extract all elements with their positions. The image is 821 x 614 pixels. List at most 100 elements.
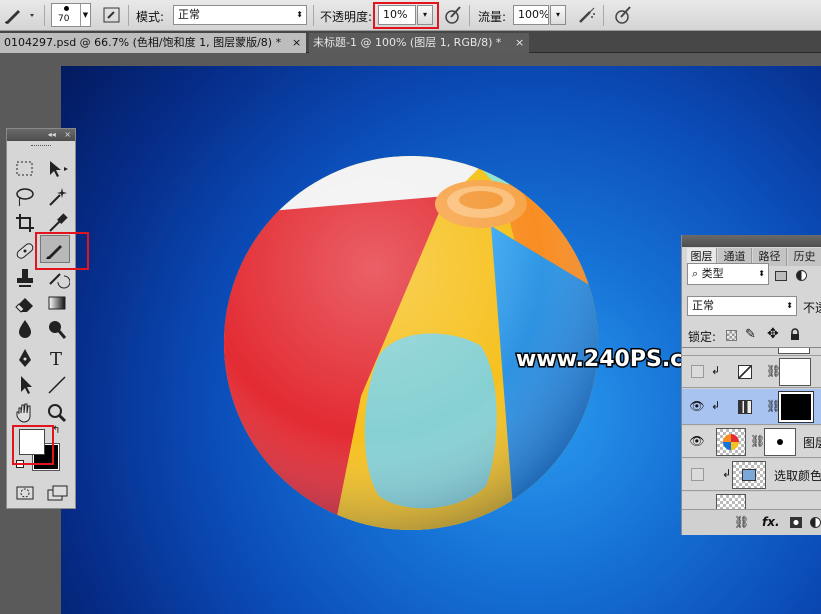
separator	[313, 5, 314, 26]
grip-icon[interactable]	[31, 145, 51, 148]
tab-document-1[interactable]: 0104297.psd @ 66.7% (色相/饱和度 1, 图层蒙版/8) *…	[0, 33, 306, 53]
image-filter-icon[interactable]	[775, 271, 787, 281]
mode-label: 模式:	[136, 10, 165, 24]
clone-stamp-icon[interactable]	[12, 266, 38, 290]
layer-mask-thumbnail[interactable]	[779, 358, 811, 386]
layer-mask-thumbnail[interactable]	[764, 428, 796, 456]
hand-tool-icon[interactable]	[12, 401, 38, 425]
screen-mode-icon[interactable]	[44, 481, 70, 505]
layer-name: 选取颜色	[774, 469, 821, 483]
gradient-tool-icon[interactable]	[44, 291, 70, 315]
layers-panel: 图层 通道 路径 历史 ⌕ 类型 ⬍ 正常 ⬍ 不透 锁定: ✎ ✥ ↲ ⛓	[681, 235, 821, 535]
clip-arrow-icon: ↲	[722, 467, 732, 480]
adjustment-layer-icon[interactable]	[810, 517, 821, 528]
flow-dropdown-button[interactable]: ▾	[550, 5, 566, 25]
updown-icon: ⬍	[786, 301, 793, 310]
layer-style-icon[interactable]: fx.	[762, 515, 780, 529]
blend-mode-value: 正常	[692, 299, 714, 312]
foreground-color-highlight	[12, 425, 54, 465]
clip-arrow-icon: ↲	[711, 399, 721, 412]
layer-mask-thumbnail[interactable]	[778, 391, 814, 423]
clip-arrow-icon: ↲	[711, 364, 721, 377]
zoom-tool-icon[interactable]	[44, 401, 70, 425]
brush-tool-highlight	[35, 232, 89, 270]
layer-thumbnail[interactable]	[716, 428, 746, 456]
layer-filter-select[interactable]: ⌕ 类型 ⬍	[687, 263, 769, 285]
opacity-highlight	[373, 2, 439, 29]
layer-row[interactable]: ↲ ⛓	[682, 356, 821, 388]
layer-thumbnail	[778, 348, 810, 354]
close-icon[interactable]: ×	[64, 130, 71, 139]
tab-label: 未标题-1 @ 100% (图层 1, RGB/8) *	[313, 36, 502, 49]
chain-link-icon[interactable]: ⛓	[750, 434, 765, 448]
separator	[469, 5, 470, 26]
layers-panel-footer: ⛓ fx.	[682, 509, 821, 535]
close-icon[interactable]: ×	[292, 33, 301, 52]
mode-select[interactable]: 正常 ⬍	[173, 5, 307, 25]
add-mask-icon[interactable]	[790, 517, 802, 528]
updown-icon: ⬍	[296, 10, 303, 19]
document-tab-bar: 0104297.psd @ 66.7% (色相/饱和度 1, 图层蒙版/8) *…	[0, 31, 821, 53]
quick-mask-icon[interactable]	[12, 481, 38, 505]
layer-row-selected[interactable]: 👁 ↲ ⛓	[682, 389, 821, 425]
lock-label: 锁定:	[688, 330, 717, 344]
tools-panel-header[interactable]: ◂◂ ×	[7, 129, 75, 141]
curves-adjustment-icon	[738, 365, 752, 379]
layer-row[interactable]: ↲ 选取颜色	[682, 459, 821, 491]
layer-row-partial[interactable]	[682, 348, 821, 356]
visibility-toggle[interactable]	[691, 365, 704, 378]
flow-input[interactable]: 100%	[513, 5, 549, 25]
lock-all-icon[interactable]	[790, 328, 800, 340]
close-icon[interactable]: ×	[515, 33, 524, 52]
selective-color-icon	[742, 469, 756, 481]
flow-label: 流量:	[478, 10, 507, 24]
brush-size-value: 70	[58, 14, 70, 24]
tab-history[interactable]: 历史	[788, 248, 821, 266]
airbrush-icon[interactable]	[576, 4, 598, 26]
type-tool-icon[interactable]: T	[44, 346, 70, 370]
layer-row[interactable]: 👁 ⛓ 图层	[682, 426, 821, 458]
ball-thumbnail-icon	[723, 434, 739, 450]
tools-panel: ◂◂ × T ↰	[6, 128, 89, 509]
tab-label: 0104297.psd @ 66.7% (色相/饱和度 1, 图层蒙版/8) *	[4, 36, 282, 49]
tab-document-2[interactable]: 未标题-1 @ 100% (图层 1, RGB/8) * ×	[309, 33, 529, 53]
blur-tool-icon[interactable]	[12, 317, 38, 341]
line-tool-icon[interactable]	[44, 373, 70, 397]
eye-icon[interactable]: 👁	[687, 434, 707, 452]
adjustment-filter-icon[interactable]	[796, 270, 807, 281]
move-tool-icon[interactable]	[44, 157, 70, 181]
brush-preset-picker[interactable]: 70 ▼	[51, 3, 91, 27]
layer-name: 图层	[803, 436, 821, 450]
visibility-toggle[interactable]	[691, 468, 704, 481]
pressure-size-icon[interactable]	[612, 4, 634, 26]
layers-list: ↲ ⛓ 👁 ↲ ⛓ 👁 ⛓ 图层 ↲	[682, 347, 821, 510]
hue-saturation-icon	[738, 400, 752, 414]
pressure-opacity-icon[interactable]	[443, 4, 463, 26]
eye-icon[interactable]: 👁	[687, 399, 707, 417]
svg-text:T: T	[50, 349, 62, 370]
brush-panel-toggle-icon[interactable]	[102, 4, 122, 26]
lock-position-icon[interactable]: ✥	[767, 326, 779, 342]
pen-tool-icon[interactable]	[12, 346, 38, 370]
lock-transparent-icon[interactable]	[726, 330, 737, 341]
flow-value: 100%	[518, 8, 549, 21]
dodge-tool-icon[interactable]	[44, 317, 70, 341]
marquee-tool-icon[interactable]	[12, 157, 38, 181]
lock-pixels-icon[interactable]: ✎	[745, 327, 756, 342]
separator	[603, 5, 604, 26]
updown-icon: ⬍	[758, 269, 765, 278]
separator	[128, 5, 129, 26]
layer-row-partial[interactable]	[682, 492, 821, 510]
brush-tool-icon[interactable]	[2, 4, 38, 26]
collapse-icon[interactable]: ◂◂	[48, 130, 56, 139]
blend-mode-select[interactable]: 正常 ⬍	[687, 296, 797, 316]
history-brush-icon[interactable]	[44, 266, 71, 290]
link-layers-icon[interactable]: ⛓	[734, 515, 749, 529]
chevron-down-icon: ▼	[80, 4, 90, 26]
layer-thumbnail[interactable]	[732, 461, 766, 489]
layers-panel-header[interactable]	[682, 235, 821, 247]
eraser-tool-icon[interactable]	[12, 291, 38, 315]
lasso-tool-icon[interactable]	[12, 185, 38, 209]
path-selection-icon[interactable]	[12, 373, 38, 397]
magic-wand-icon[interactable]	[44, 185, 70, 209]
